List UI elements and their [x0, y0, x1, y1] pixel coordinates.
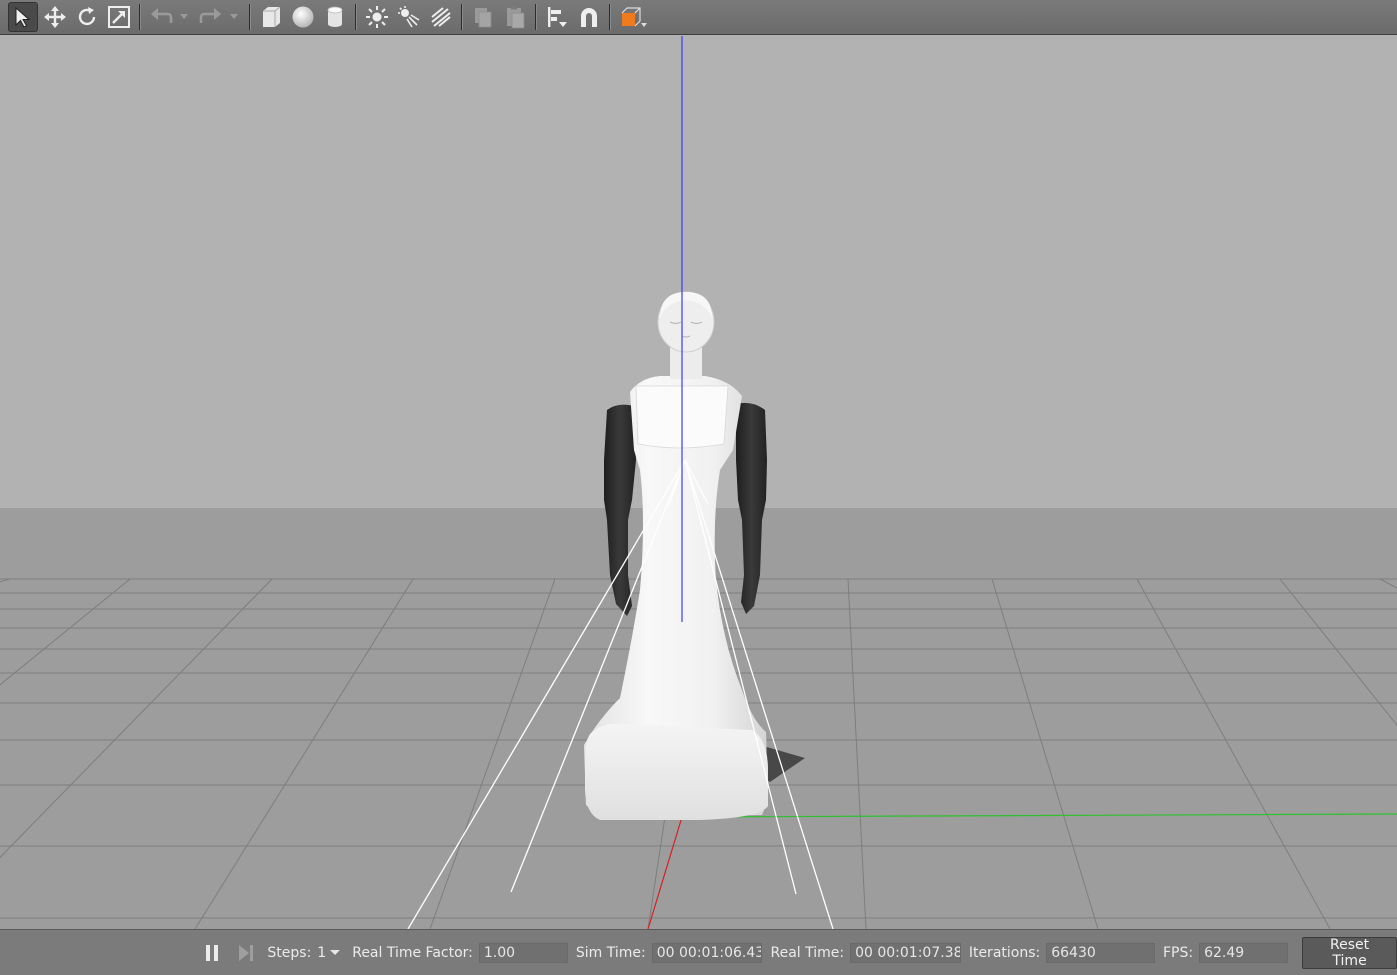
real-time-field: 00 00:01:07.384 [850, 942, 961, 963]
box-icon [263, 6, 281, 27]
pause-icon [205, 944, 218, 961]
undo-icon [151, 8, 173, 23]
select-arrow-icon [15, 6, 31, 28]
paste-button[interactable] [500, 2, 530, 32]
steps-label: Steps: [267, 944, 312, 961]
insert-sphere-button[interactable] [288, 2, 318, 32]
step-forward-icon [238, 944, 253, 961]
chevron-down-icon [330, 949, 341, 955]
steps-spinner[interactable]: 1 [317, 944, 341, 961]
rotate-tool-button[interactable] [72, 2, 102, 32]
align-icon [548, 7, 567, 27]
copy-icon [475, 8, 492, 28]
step-button[interactable] [234, 941, 258, 965]
fps-field: 62.49 [1199, 942, 1289, 963]
robot-base [585, 723, 768, 820]
scene-render[interactable] [0, 36, 1397, 929]
fps-label: FPS: [1163, 944, 1194, 961]
snap-magnet-icon [581, 8, 597, 27]
spot-light-icon [398, 6, 420, 28]
copy-button[interactable] [468, 2, 498, 32]
view-angle-button[interactable] [616, 2, 652, 32]
insert-point-light-button[interactable] [362, 2, 392, 32]
point-light-icon [366, 6, 388, 28]
real-time-label: Real Time: [770, 944, 845, 961]
chevron-down-icon [230, 14, 238, 19]
undo-history-dropdown[interactable] [178, 2, 190, 32]
insert-directional-light-button[interactable] [426, 2, 456, 32]
simulation-status-bar: Steps: 1 Real Time Factor: 1.00 Sim Time… [0, 929, 1397, 975]
real-time-factor-label: Real Time Factor: [352, 944, 473, 961]
3d-viewport[interactable] [0, 36, 1397, 929]
insert-box-button[interactable] [256, 2, 286, 32]
real-time-factor-field: 1.00 [478, 942, 568, 963]
insert-cylinder-button[interactable] [320, 2, 350, 32]
sim-time-label: Sim Time: [575, 944, 646, 961]
redo-button[interactable] [196, 2, 226, 32]
toolbar-separator [461, 4, 463, 30]
toolbar [0, 0, 1397, 35]
steps-value: 1 [317, 944, 327, 961]
iterations-label: Iterations: [968, 944, 1041, 961]
paste-icon [507, 6, 525, 29]
toolbar-separator [249, 4, 251, 30]
reset-time-button[interactable]: Reset Time [1302, 936, 1397, 969]
toolbar-separator [355, 4, 357, 30]
redo-icon [199, 8, 221, 23]
translate-icon [44, 6, 66, 28]
toolbar-separator [535, 4, 537, 30]
align-button[interactable] [542, 2, 572, 32]
iterations-field: 66430 [1046, 942, 1155, 963]
select-tool-button[interactable] [8, 2, 38, 32]
undo-button[interactable] [146, 2, 176, 32]
cylinder-icon [327, 6, 343, 27]
view-angle-cube-icon [621, 7, 647, 27]
scale-icon [108, 6, 130, 28]
toolbar-separator [609, 4, 611, 30]
chevron-down-icon [180, 14, 188, 19]
insert-spot-light-button[interactable] [394, 2, 424, 32]
rotate-icon [78, 7, 96, 26]
scale-tool-button[interactable] [104, 2, 134, 32]
sim-time-field: 00 00:01:06.430 [651, 942, 763, 963]
directional-light-icon [431, 7, 451, 27]
toolbar-separator [139, 4, 141, 30]
snap-button[interactable] [574, 2, 604, 32]
sphere-icon [292, 6, 314, 28]
pause-button[interactable] [200, 941, 224, 965]
translate-tool-button[interactable] [40, 2, 70, 32]
redo-history-dropdown[interactable] [228, 2, 240, 32]
